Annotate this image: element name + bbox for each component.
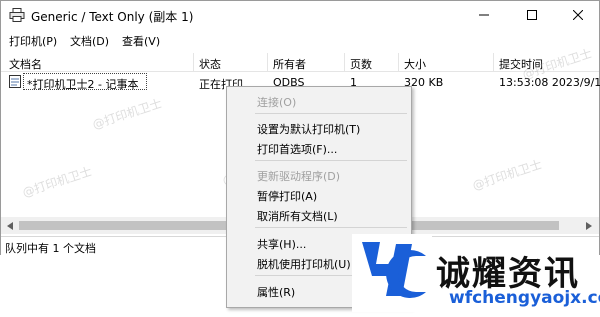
menu-item-offline[interactable]: 脱机使用打印机(U) [257,256,351,272]
menu-item-pause[interactable]: 暂停打印(A) [257,188,317,204]
column-header-owner[interactable]: 所有者 [273,56,306,72]
brand-logo-icon [352,234,432,312]
minimize-icon [479,14,489,16]
scroll-left-icon [7,222,13,230]
menu-item-set-default[interactable]: 设置为默认打印机(T) [257,121,360,137]
column-header-size[interactable]: 大小 [404,56,426,72]
minimize-button[interactable] [461,1,507,29]
status-text: 队列中有 1 个文档 [5,242,96,255]
menu-item-connect: 连接(O) [257,96,297,109]
menu-item-properties[interactable]: 属性(R) [257,284,295,300]
scroll-left-button[interactable] [4,220,16,232]
watermark: @打印机卫士 [90,96,164,132]
watermark: @打印机卫士 [20,164,94,200]
column-header-docname[interactable]: 文档名 [9,56,42,72]
job-submitted: 13:53:08 2023/9/1 [499,76,600,89]
menu-item-cancel-all[interactable]: 取消所有文档(L) [257,208,338,224]
menu-item-preferences[interactable]: 打印首选项(F)... [257,141,337,157]
maximize-icon [527,10,537,20]
menu-item-update-driver: 更新驱动程序(D) [257,170,341,183]
column-headers: 文档名 状态 所有者 页数 大小 提交时间 [1,53,599,72]
close-icon [573,10,583,20]
menu-item-share[interactable]: 共享(H)... [257,236,306,252]
menu-document[interactable]: 文档(D) [70,33,109,49]
scroll-right-icon [586,222,592,230]
printer-icon [9,8,25,22]
brand-url: wfchengyaojx.com [449,288,600,308]
title-bar[interactable]: Generic / Text Only (副本 1) [1,1,599,29]
close-button[interactable] [555,1,600,29]
maximize-button[interactable] [509,1,555,29]
scroll-right-button[interactable] [583,220,595,232]
window-title: Generic / Text Only (副本 1) [31,10,194,24]
column-header-pages[interactable]: 页数 [350,56,372,72]
menu-printer[interactable]: 打印机(P) [9,33,57,49]
job-docname: *打印机卫士2 - 记事本 [27,78,139,91]
watermark: @打印机卫士 [470,157,544,193]
column-header-status[interactable]: 状态 [199,56,221,72]
document-icon [9,75,21,88]
menu-view[interactable]: 查看(V) [122,33,160,49]
menu-bar: 打印机(P) 文档(D) 查看(V) [1,30,599,50]
